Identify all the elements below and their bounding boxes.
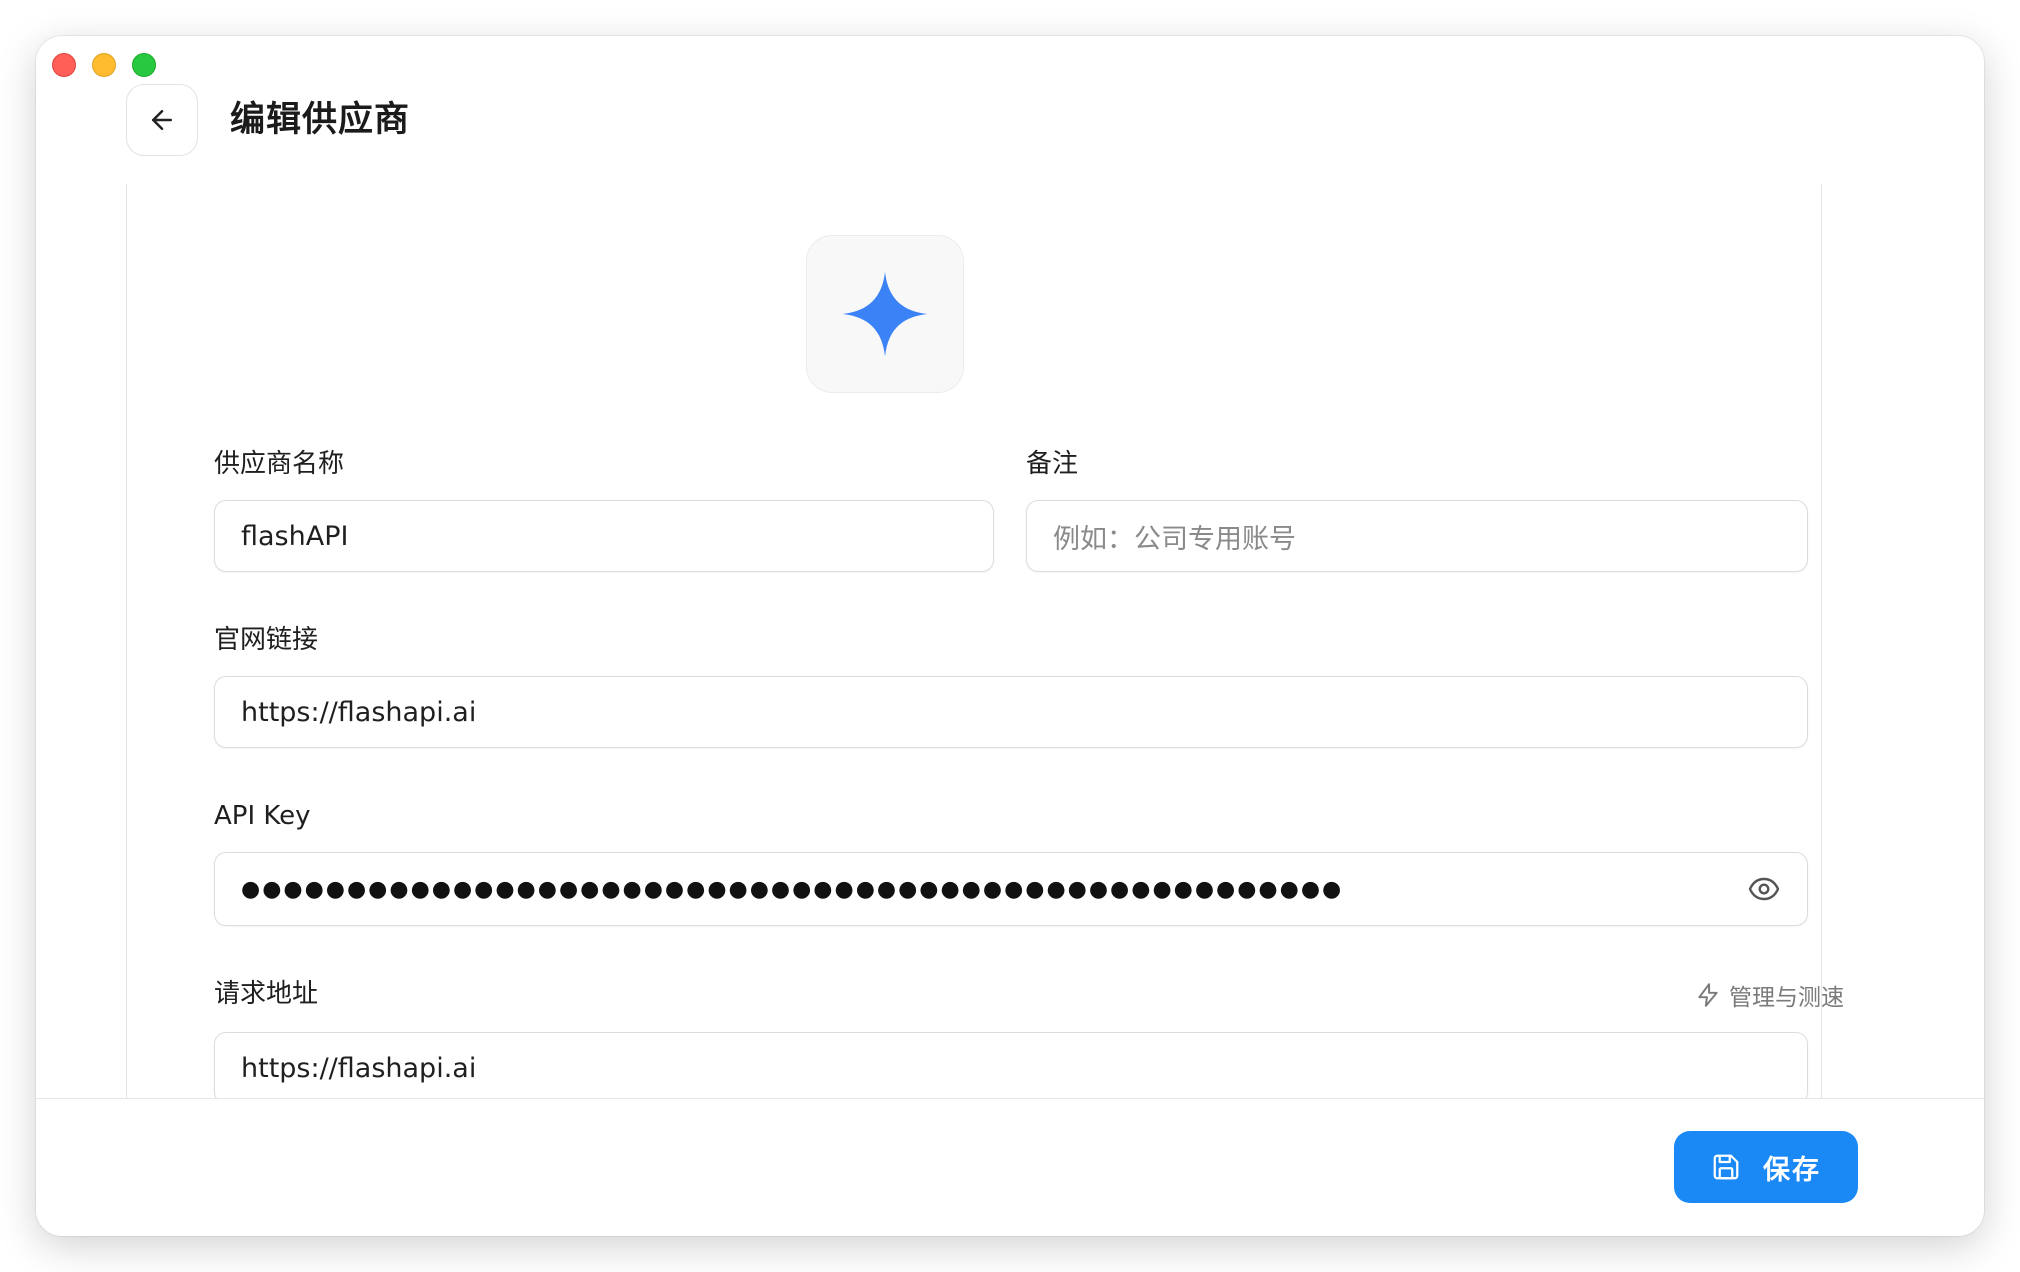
- sparkle-icon: [842, 271, 928, 357]
- page-title: 编辑供应商: [230, 100, 411, 140]
- save-button[interactable]: 保存: [1674, 1131, 1858, 1203]
- footer-bar: 保存: [36, 1098, 1984, 1236]
- note-label: 备注: [1026, 449, 1079, 479]
- api-key-label: API Key: [214, 801, 311, 831]
- website-label: 官网链接: [214, 625, 319, 655]
- maximize-window-button[interactable]: [132, 53, 156, 77]
- eye-icon: [1748, 877, 1780, 901]
- api-key-input[interactable]: ●●●●●●●●●●●●●●●●●●●●●●●●●●●●●●●●●●●●●●●●…: [214, 852, 1808, 926]
- window-controls: [52, 53, 156, 77]
- arrow-left-icon: [152, 110, 172, 130]
- api-key-masked-value: ●●●●●●●●●●●●●●●●●●●●●●●●●●●●●●●●●●●●●●●●…: [241, 876, 1344, 902]
- close-window-button[interactable]: [52, 53, 76, 77]
- endpoint-input[interactable]: https://flashapi.ai: [214, 1032, 1808, 1104]
- provider-logo[interactable]: [806, 235, 964, 393]
- endpoint-label: 请求地址: [214, 979, 319, 1009]
- website-input[interactable]: https://flashapi.ai: [214, 676, 1808, 748]
- note-input[interactable]: 例如：公司专用账号: [1026, 500, 1808, 572]
- provider-name-input[interactable]: flashAPI: [214, 500, 994, 572]
- manage-link-label: 管理与测速: [1729, 985, 1844, 1011]
- minimize-window-button[interactable]: [92, 53, 116, 77]
- provider-name-label: 供应商名称: [214, 449, 345, 479]
- manage-and-speedtest-link[interactable]: 管理与测速: [1695, 978, 1844, 1012]
- lightning-icon: [1698, 983, 1718, 1007]
- toggle-visibility-button[interactable]: [1747, 872, 1781, 906]
- save-icon: [1713, 1154, 1739, 1180]
- save-button-label: 保存: [1763, 1154, 1821, 1186]
- back-button[interactable]: [126, 84, 198, 156]
